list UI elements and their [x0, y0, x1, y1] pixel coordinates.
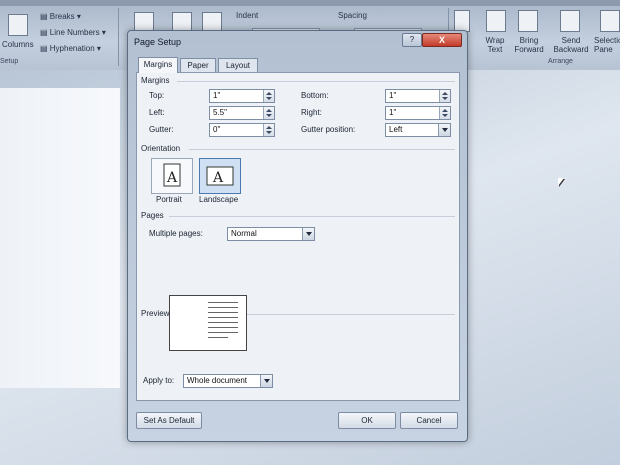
bottom-margin-input[interactable]: 1"	[385, 89, 451, 103]
page-setup-group-label: Setup	[0, 58, 19, 65]
mouse-pointer-icon	[558, 178, 564, 186]
breaks-button[interactable]: ▤ Breaks ▾	[40, 12, 81, 21]
preview-line	[208, 322, 238, 323]
group-divider	[177, 81, 455, 82]
preview-line	[208, 317, 238, 318]
dialog-title: Page Setup	[134, 37, 182, 47]
chevron-down-icon[interactable]	[438, 124, 450, 136]
pages-group-label: Pages	[141, 211, 164, 220]
preview-thumbnail	[169, 295, 247, 351]
gutter-position-value: Left	[389, 125, 403, 134]
preview-line	[208, 332, 238, 333]
wrap-text-icon[interactable]	[486, 10, 506, 32]
right-label: Right:	[301, 108, 322, 117]
arrange-group-label: Arrange	[548, 58, 573, 65]
tab-layout[interactable]: Layout	[218, 58, 258, 72]
landscape-button[interactable]: A	[199, 158, 241, 194]
page-setup-dialog: Page Setup ? X Margins Paper Layout Marg…	[127, 30, 468, 442]
right-margin-input[interactable]: 1"	[385, 106, 451, 120]
bring-forward-button[interactable]: Bring Forward	[508, 36, 550, 54]
gutter-position-select[interactable]: Left	[385, 123, 451, 137]
portrait-label: Portrait	[156, 195, 182, 204]
columns-icon[interactable]	[8, 14, 28, 36]
spinner-icon[interactable]	[439, 90, 450, 102]
position-icon[interactable]	[454, 10, 470, 32]
right-margin-value: 1"	[389, 108, 397, 117]
preview-line	[208, 312, 238, 313]
orientation-group-label: Orientation	[141, 144, 181, 153]
spinner-icon[interactable]	[439, 107, 450, 119]
left-margin-value: 5.5"	[213, 108, 227, 117]
selection-pane-button[interactable]: Selection Pane	[594, 36, 620, 54]
spacing-label: Spacing	[338, 11, 367, 20]
gutter-position-label: Gutter position:	[301, 125, 356, 134]
preview-line	[208, 337, 228, 338]
document-page[interactable]	[0, 88, 120, 388]
bottom-label: Bottom:	[301, 91, 329, 100]
send-backward-icon[interactable]	[560, 10, 580, 32]
svg-text:A: A	[212, 170, 224, 186]
indent-label: Indent	[236, 11, 259, 20]
help-button[interactable]: ?	[402, 33, 422, 47]
apply-to-select[interactable]: Whole document	[183, 374, 273, 388]
spinner-icon[interactable]	[263, 124, 274, 136]
landscape-icon: A	[206, 166, 234, 186]
gutter-label: Gutter:	[149, 125, 174, 134]
left-label: Left:	[149, 108, 165, 117]
bring-forward-icon[interactable]	[518, 10, 538, 32]
svg-text:A: A	[166, 170, 178, 186]
spinner-icon[interactable]	[263, 90, 274, 102]
chevron-down-icon[interactable]	[260, 375, 272, 387]
group-divider	[169, 216, 455, 217]
multiple-pages-label: Multiple pages:	[149, 229, 203, 238]
apply-to-value: Whole document	[187, 376, 248, 385]
portrait-icon: A	[163, 163, 181, 187]
left-margin-input[interactable]: 5.5"	[209, 106, 275, 120]
preview-group-label: Preview	[141, 309, 170, 318]
chevron-down-icon[interactable]	[302, 228, 314, 240]
top-label: Top:	[149, 91, 165, 100]
set-as-default-button[interactable]: Set As Default	[136, 412, 202, 429]
ok-button[interactable]: OK	[338, 412, 396, 429]
preview-line	[208, 302, 238, 303]
portrait-button[interactable]: A	[151, 158, 193, 194]
margins-group-label: Margins	[141, 76, 170, 85]
ribbon-separator	[118, 8, 119, 66]
wrap-text-button[interactable]: Wrap Text	[482, 36, 508, 54]
preview-line	[208, 307, 238, 308]
preview-line	[208, 327, 238, 328]
spinner-icon[interactable]	[263, 107, 274, 119]
tab-paper[interactable]: Paper	[180, 58, 216, 72]
title-strip	[0, 0, 620, 6]
close-button[interactable]: X	[422, 33, 462, 47]
landscape-label: Landscape	[199, 195, 239, 204]
margins-panel: Margins Top: 1" Bottom: 1" Left: 5.5" Ri…	[136, 72, 460, 401]
tab-margins[interactable]: Margins	[138, 57, 178, 73]
selection-pane-icon[interactable]	[600, 10, 620, 32]
multiple-pages-value: Normal	[231, 229, 257, 238]
top-margin-input[interactable]: 1"	[209, 89, 275, 103]
group-divider	[189, 149, 455, 150]
columns-button[interactable]: Columns	[2, 40, 34, 49]
top-margin-value: 1"	[213, 91, 221, 100]
hyphenation-button[interactable]: ▤ Hyphenation ▾	[40, 44, 101, 53]
gutter-input[interactable]: 0"	[209, 123, 275, 137]
cancel-button[interactable]: Cancel	[400, 412, 458, 429]
send-backward-button[interactable]: Send Backward	[550, 36, 592, 54]
gutter-value: 0"	[213, 125, 221, 134]
line-numbers-button[interactable]: ▤ Line Numbers ▾	[40, 28, 106, 37]
apply-to-label: Apply to:	[143, 376, 175, 385]
bottom-margin-value: 1"	[389, 91, 397, 100]
multiple-pages-select[interactable]: Normal	[227, 227, 315, 241]
